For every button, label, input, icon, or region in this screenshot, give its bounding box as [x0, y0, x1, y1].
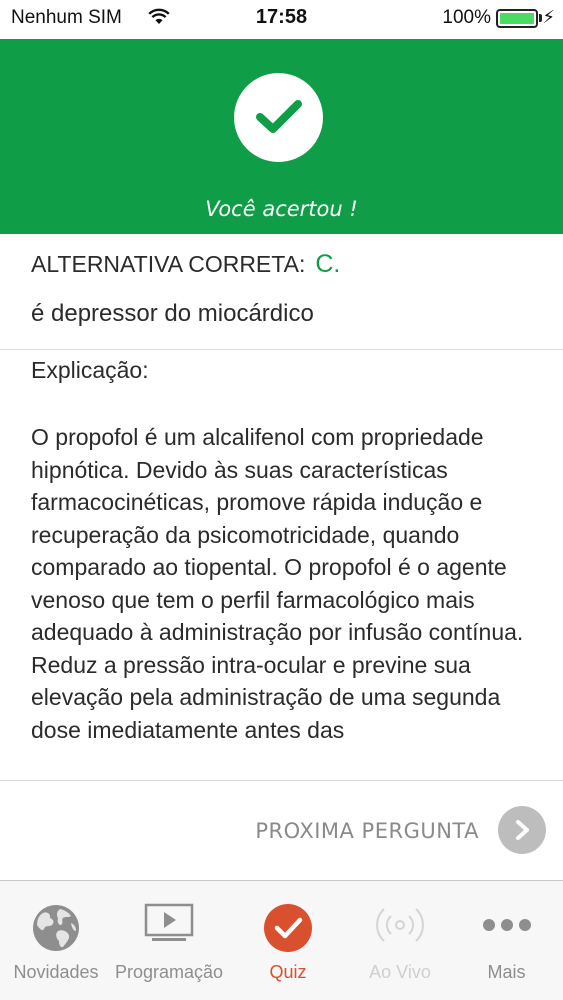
- divider: [0, 780, 563, 781]
- correct-check-icon: [234, 73, 323, 162]
- tab-novidades[interactable]: Novidades: [0, 881, 112, 1000]
- tab-mais[interactable]: Mais: [450, 881, 563, 1000]
- tv-icon: [144, 903, 194, 948]
- correct-answer-row: ALTERNATIVA CORRETA: C.: [31, 250, 543, 279]
- correct-answer-label: ALTERNATIVA CORRETA:: [31, 251, 306, 277]
- globe-icon: [31, 903, 81, 958]
- next-question-label[interactable]: PROXIMA PERGUNTA: [255, 819, 479, 843]
- status-bar: Nenhum SIM 17:58 100% ⚡: [0, 0, 563, 38]
- tab-label: Mais: [487, 962, 526, 982]
- explanation-body: O propofol é um alcalifenol com propried…: [31, 424, 524, 743]
- tab-ao-vivo[interactable]: Ao Vivo: [350, 881, 450, 1000]
- tab-label: Programação: [114, 962, 224, 982]
- tab-programacao[interactable]: Programação: [112, 881, 226, 1000]
- broadcast-icon: [374, 903, 426, 952]
- correct-answer-letter: C.: [315, 250, 341, 278]
- more-icon: [481, 903, 533, 952]
- charging-icon: ⚡: [542, 7, 555, 27]
- tab-label: Novidades: [13, 962, 99, 982]
- check-circle-icon: [263, 903, 313, 958]
- correct-answer-text: é depressor do miocárdico: [31, 300, 314, 327]
- explanation-panel[interactable]: Explicação: O propofol é um alcalifenol …: [0, 352, 563, 780]
- tab-quiz[interactable]: Quiz: [226, 881, 350, 1000]
- tab-label: Ao Vivo: [369, 962, 431, 982]
- battery-percent: 100%: [442, 7, 491, 28]
- tab-bar: Novidades Programação Quiz Ao Vivo Mais: [0, 880, 563, 1000]
- explanation-label: Explicação:: [31, 357, 149, 383]
- next-question-button[interactable]: [498, 806, 546, 854]
- result-banner: Você acertou !: [0, 39, 563, 234]
- battery-icon: [496, 9, 538, 28]
- tab-label: Quiz: [269, 962, 307, 982]
- result-message: Você acertou !: [205, 197, 358, 221]
- next-question-row[interactable]: PROXIMA PERGUNTA: [0, 800, 563, 862]
- divider: [0, 349, 563, 350]
